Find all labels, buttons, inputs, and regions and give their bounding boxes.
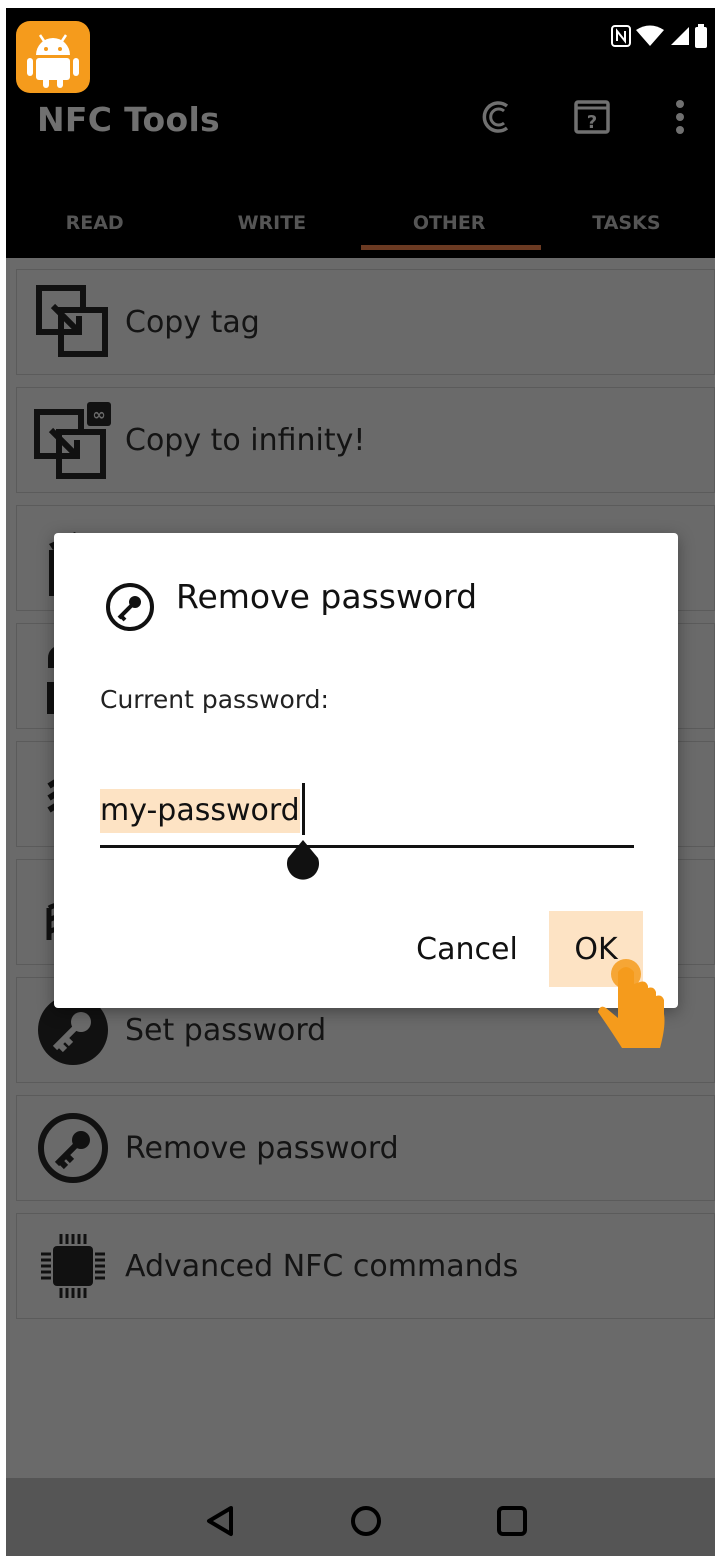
android-icon [27, 34, 79, 88]
password-value: my-password [100, 789, 300, 833]
text-cursor [302, 783, 305, 835]
coin-icon [482, 101, 509, 133]
wifi-icon [636, 25, 664, 46]
coin-button[interactable] [473, 92, 523, 142]
key-outline-icon [27, 1098, 119, 1198]
tab-bar: READ WRITE OTHER TASKS [6, 188, 715, 258]
tab-read[interactable]: READ [6, 188, 183, 258]
copy-tag-icon [27, 272, 119, 372]
app-title: NFC Tools [37, 100, 220, 139]
list-item-label: Advanced NFC commands [125, 1248, 519, 1284]
svg-text:∞: ∞ [92, 405, 105, 424]
dialog-title: Remove password [176, 577, 478, 616]
list-item-label: Copy to infinity! [125, 422, 366, 458]
more-vert-icon [676, 100, 684, 134]
signal-icon [671, 27, 689, 45]
cursor-handle-icon[interactable] [284, 840, 322, 884]
help-button[interactable]: ? [567, 92, 617, 142]
tab-write[interactable]: WRITE [183, 188, 360, 258]
android-app-badge [16, 21, 90, 93]
back-icon [207, 1506, 233, 1536]
list-item-label: Remove password [125, 1130, 399, 1166]
battery-icon [695, 24, 707, 48]
back-button[interactable] [197, 1498, 243, 1544]
svg-text:?: ? [587, 112, 597, 133]
tab-tasks[interactable]: TASKS [538, 188, 715, 258]
home-button[interactable] [343, 1498, 389, 1544]
tab-other[interactable]: OTHER [360, 188, 541, 258]
list-item-advanced-nfc[interactable]: Advanced NFC commands [16, 1213, 715, 1319]
help-icon: ? [574, 100, 610, 134]
remove-password-dialog: Remove password Current password: my-pas… [54, 533, 678, 1008]
nfc-status-icon [611, 25, 631, 47]
list-item-label: Copy tag [125, 304, 260, 340]
tap-hand-icon [598, 959, 665, 1048]
overflow-menu-button[interactable] [655, 92, 705, 142]
home-icon [351, 1506, 381, 1536]
status-icons [611, 22, 707, 50]
recents-icon [497, 1506, 527, 1536]
list-item-copy-tag[interactable]: Copy tag [16, 269, 715, 375]
key-circle-icon [106, 583, 154, 631]
list-item-label: Set password [125, 1012, 327, 1048]
list-item-copy-infinity[interactable]: ∞ Copy to infinity! [16, 387, 715, 493]
app-bar: NFC Tools ? READ WRITE OTHER TASKS [6, 62, 715, 258]
navigation-bar [6, 1478, 715, 1556]
password-prompt-label: Current password: [100, 685, 329, 714]
recents-button[interactable] [489, 1498, 535, 1544]
password-input[interactable]: my-password [100, 783, 634, 880]
list-item-remove-password[interactable]: Remove password [16, 1095, 715, 1201]
status-bar [6, 8, 715, 62]
copy-infinity-icon: ∞ [27, 390, 119, 490]
cancel-button[interactable]: Cancel [408, 911, 526, 987]
chip-icon [27, 1216, 119, 1316]
phone-screen: NFC Tools ? READ WRITE OTHER TASKS Copy … [6, 8, 715, 1556]
